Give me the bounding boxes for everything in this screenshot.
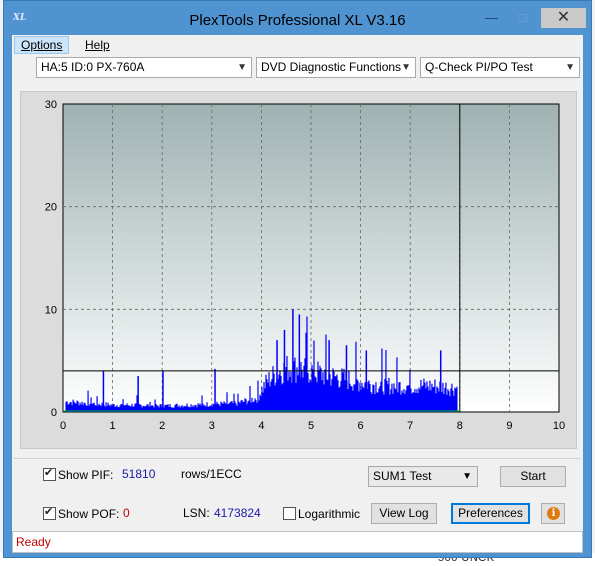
drive-select[interactable]: HA:5 ID:0 PX-760A ▼ [36, 57, 252, 78]
chevron-down-icon: ▼ [462, 471, 472, 482]
pif-peak-bar [162, 370, 164, 412]
control-panel: Show PIF: 51810 rows/1ECC SUM1 Test ▼ Sta… [14, 458, 580, 529]
logarithmic-checkbox[interactable] [283, 507, 296, 520]
chart-panel: 0 1 2 3 4 5 6 7 8 9 10 0 10 20 30 [20, 91, 577, 449]
pif-peak-bar [214, 368, 216, 412]
show-pif-label: Show PIF: [58, 468, 114, 482]
lsn-value: 4173824 [214, 506, 261, 520]
test-select-value: Q-Check PI/PO Test [425, 60, 533, 74]
show-pof-checkbox[interactable] [43, 505, 56, 520]
menu-options[interactable]: Options [14, 36, 70, 54]
title-bar[interactable]: XL PlexTools Professional XL V3.16 — □ ✕ [4, 1, 591, 35]
y-tick-label: 30 [45, 99, 57, 111]
pi-po-chart: 0 1 2 3 4 5 6 7 8 9 10 0 10 20 30 [45, 99, 565, 432]
x-tick-label: 1 [110, 420, 116, 432]
start-button-label: Start [520, 469, 546, 483]
info-button[interactable]: i [541, 503, 565, 524]
x-tick-label: 5 [308, 420, 314, 432]
sum-test-select[interactable]: SUM1 Test ▼ [368, 466, 478, 487]
x-tick-label: 2 [159, 420, 165, 432]
x-tick-label: 9 [506, 420, 512, 432]
minimize-button[interactable]: — [478, 8, 505, 28]
drive-select-value: HA:5 ID:0 PX-760A [41, 60, 145, 74]
y-tick-label: 0 [51, 407, 57, 419]
show-pif-checkbox[interactable] [43, 466, 56, 481]
pif-peak-bar [439, 350, 442, 412]
pif-bar [456, 386, 458, 412]
menu-help[interactable]: Help [82, 38, 113, 52]
maximize-button[interactable]: □ [509, 8, 536, 28]
plot-area [62, 103, 560, 413]
close-button[interactable]: ✕ [541, 8, 586, 28]
pif-peak-bar [365, 350, 368, 412]
info-icon: i [547, 507, 560, 520]
x-tick-label: 0 [60, 420, 66, 432]
chevron-down-icon: ▼ [565, 62, 575, 73]
pof-value: 0 [123, 506, 130, 520]
view-log-button[interactable]: View Log [371, 503, 437, 524]
pif-peak-bar [345, 345, 348, 412]
menu-bar: Options Help [12, 35, 583, 55]
start-button[interactable]: Start [500, 466, 566, 487]
app-window: XL PlexTools Professional XL V3.16 — □ ✕… [3, 0, 592, 558]
lsn-label: LSN: [183, 506, 210, 520]
show-pof-label: Show POF: [58, 507, 120, 521]
test-select[interactable]: Q-Check PI/PO Test ▼ [420, 57, 580, 78]
logarithmic-label: Logarithmic [298, 507, 361, 521]
pif-peak-bar [306, 335, 308, 412]
status-bar: Ready [12, 531, 583, 553]
function-select[interactable]: DVD Diagnostic Functions ▼ [256, 57, 416, 78]
pif-value: 51810 [122, 467, 156, 481]
x-tick-label: 4 [258, 420, 264, 432]
menu-help-label: Help [85, 38, 110, 52]
pif-peak-bar [292, 309, 294, 412]
x-tick-label: 7 [407, 420, 413, 432]
client-area: Options Help HA:5 ID:0 PX-760A ▼ DVD Diag… [12, 35, 583, 553]
function-select-value: DVD Diagnostic Functions [261, 60, 402, 74]
menu-options-label: Options [21, 38, 63, 52]
chevron-down-icon: ▼ [237, 62, 247, 73]
status-text: Ready [16, 535, 51, 549]
x-tick-label: 3 [209, 420, 215, 432]
pif-unit: rows/1ECC [181, 467, 242, 481]
preferences-button[interactable]: Preferences [451, 503, 530, 524]
pif-peak-bar [137, 376, 139, 412]
y-tick-label: 10 [45, 304, 57, 316]
pif-peak-bar [298, 314, 301, 412]
x-tick-label: 6 [358, 420, 364, 432]
pif-peak-bar [102, 370, 105, 412]
sum-test-value: SUM1 Test [373, 469, 432, 483]
view-log-label: View Log [379, 506, 429, 520]
x-tick-label: 8 [457, 420, 463, 432]
preferences-label: Preferences [458, 506, 523, 520]
chevron-down-icon: ▼ [401, 62, 411, 73]
x-tick-label: 10 [553, 420, 565, 432]
pif-peak-bar [276, 340, 278, 412]
y-tick-label: 20 [45, 202, 57, 214]
pif-peak-bar [328, 340, 330, 412]
